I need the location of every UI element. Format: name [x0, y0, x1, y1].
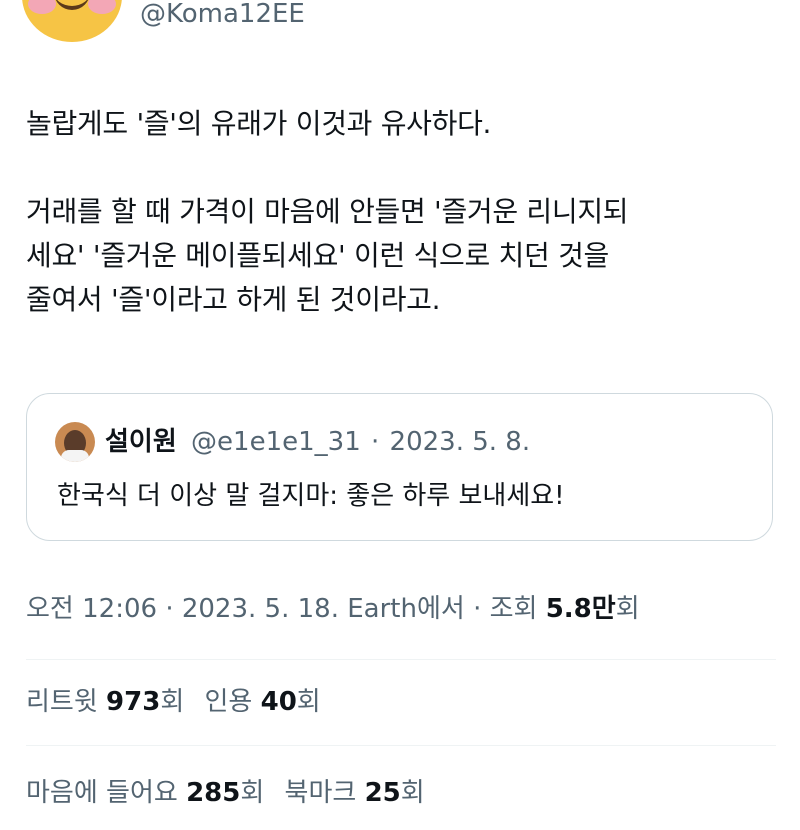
- bookmarks-count: 25: [364, 778, 401, 808]
- tweet-location: Earth에서: [347, 594, 465, 624]
- bookmarks-stat[interactable]: 북마크 25회: [285, 778, 425, 808]
- avatar-mouth: [54, 0, 90, 10]
- views-count: 5.8만: [545, 594, 616, 624]
- author-avatar[interactable]: [22, 0, 122, 42]
- avatar-cheek: [28, 0, 56, 14]
- tweet-line: 세요' '즐거운 메이플되세요' 이런 식으로 치던 것을: [26, 239, 609, 272]
- quote-date[interactable]: 2023. 5. 8.: [390, 427, 531, 457]
- retweets-unit: 회: [160, 687, 185, 717]
- quotes-stat[interactable]: 인용 40회: [205, 687, 321, 717]
- avatar-shirt: [61, 450, 89, 462]
- tweet-date[interactable]: 2023. 5. 18.: [182, 594, 339, 624]
- avatar-cheek: [88, 0, 116, 14]
- likes-count: 285: [186, 778, 241, 808]
- quotes-label: 인용: [204, 687, 253, 717]
- retweets-label: 리트윗: [26, 687, 98, 717]
- meta-separator: ·: [473, 594, 482, 624]
- author-handle[interactable]: @Koma12EE: [140, 0, 305, 29]
- tweet-line: 줄여서 '즐'이라고 하게 된 것이라고.: [26, 283, 441, 316]
- tweet-time[interactable]: 오전 12:06: [26, 594, 157, 624]
- likes-stat[interactable]: 마음에 들어요 285회: [26, 778, 273, 808]
- divider: [26, 745, 776, 746]
- quote-separator: ·: [371, 427, 380, 457]
- views-unit: 회: [615, 594, 640, 624]
- views-label: 조회: [489, 594, 538, 624]
- tweet-paragraph: 놀랍게도 '즐'의 유래가 이것과 유사하다.: [26, 107, 492, 140]
- retweets-count: 973: [106, 687, 161, 717]
- bookmarks-label: 북마크: [284, 778, 357, 808]
- engagement-stats-row: 리트윗 973회 인용 40회: [26, 684, 333, 720]
- likes-label: 마음에 들어요: [26, 778, 178, 808]
- tweet-text: 놀랍게도 '즐'의 유래가 이것과 유사하다. 거래를 할 때 가격이 마음에 …: [26, 102, 776, 322]
- likes-unit: 회: [240, 778, 265, 808]
- retweets-stat[interactable]: 리트윗 973회: [26, 687, 193, 717]
- quote-author-handle[interactable]: @e1e1e1_31: [191, 427, 361, 457]
- tweet-line: 거래를 할 때 가격이 마음에 안들면 '즐거운 리니지되: [26, 195, 629, 228]
- tweet-timestamp: 오전 12:06 · 2023. 5. 18. Earth에서 · 조회 5.8…: [26, 591, 640, 627]
- quote-header: 설이원 @e1e1e1_31 · 2023. 5. 8.: [105, 424, 530, 460]
- meta-separator: ·: [165, 594, 174, 624]
- quote-text: 한국식 더 이상 말 걸지마: 좋은 하루 보내세요!: [57, 481, 565, 511]
- quote-author-name[interactable]: 설이원: [105, 427, 177, 457]
- quotes-count: 40: [260, 687, 297, 717]
- quoted-tweet-card[interactable]: 설이원 @e1e1e1_31 · 2023. 5. 8. 한국식 더 이상 말 …: [26, 393, 773, 541]
- bookmarks-unit: 회: [400, 778, 425, 808]
- quote-author-avatar[interactable]: [55, 422, 95, 462]
- divider: [26, 659, 776, 660]
- engagement-stats-row: 마음에 들어요 285회 북마크 25회: [26, 775, 437, 811]
- quotes-unit: 회: [296, 687, 321, 717]
